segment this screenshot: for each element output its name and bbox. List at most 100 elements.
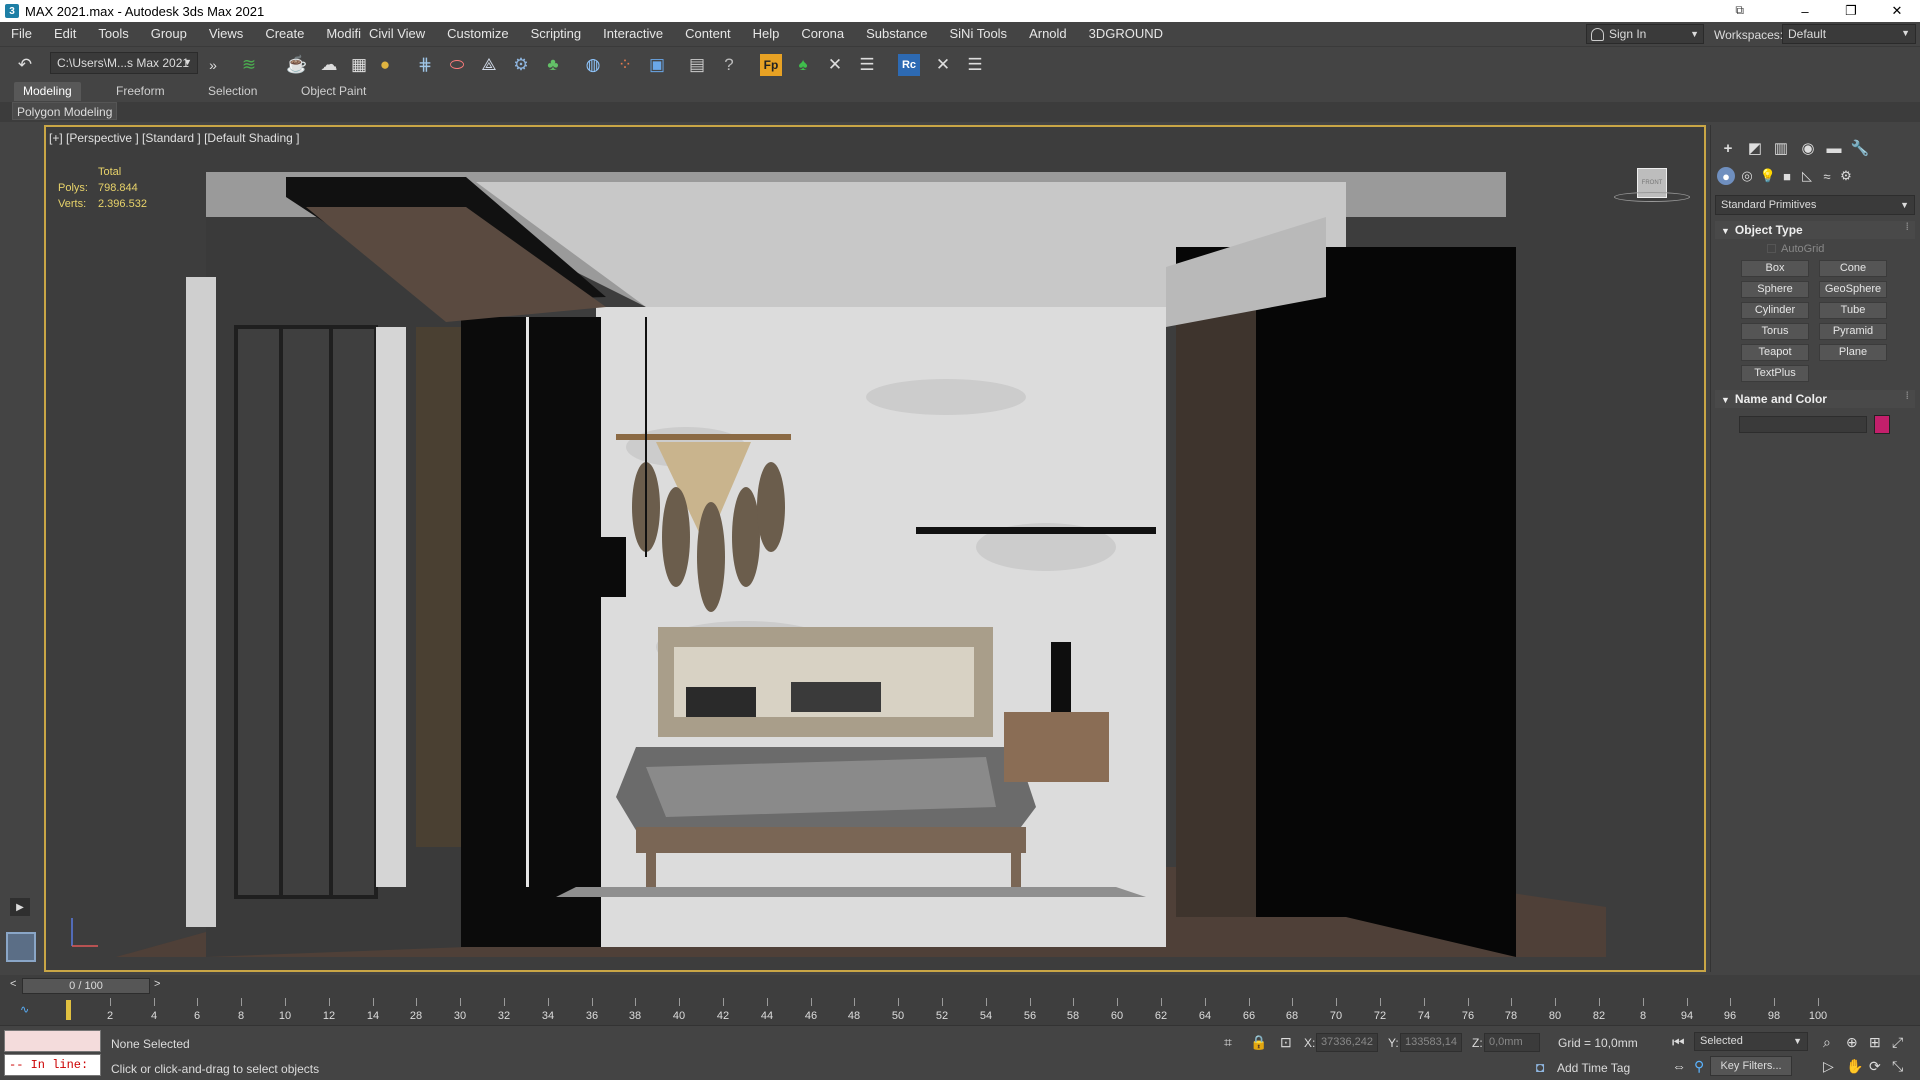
object-category-dropdown[interactable]: Standard Primitives ▼ (1715, 195, 1915, 215)
pill-icon[interactable]: ⬭ (444, 52, 470, 78)
close-button[interactable]: ✕ (1874, 0, 1920, 22)
list-icon[interactable]: ☰ (854, 52, 880, 78)
list-icon[interactable]: ☰ (962, 52, 988, 78)
viewport-layout-icon[interactable] (6, 932, 36, 962)
tab-freeform[interactable]: Freeform (107, 82, 174, 101)
viewport-toggle-icon[interactable]: ⤡ (1892, 1058, 1903, 1075)
chevron-double-right-icon[interactable]: » (200, 52, 226, 78)
menu-modifiers[interactable]: Modifi (315, 22, 365, 46)
shapes-icon[interactable]: ◎ (1738, 167, 1756, 185)
torus-button[interactable]: Torus (1741, 323, 1809, 340)
space-warps-icon[interactable]: ≈ (1818, 167, 1836, 185)
teapot-icon[interactable]: ☕ (284, 52, 310, 78)
tree-icon[interactable]: ♠ (790, 52, 816, 78)
menu-scripting[interactable]: Scripting (520, 22, 593, 46)
menu-interactive[interactable]: Interactive (592, 22, 674, 46)
pyramid-button[interactable]: Pyramid (1819, 323, 1887, 340)
sphere-icon[interactable]: ● (372, 52, 398, 78)
undo-icon[interactable]: ↶ (12, 52, 38, 78)
menu-create[interactable]: Create (254, 22, 315, 46)
clipboard-icon[interactable]: ▤ (684, 52, 710, 78)
menu-3dground[interactable]: 3DGROUND (1078, 22, 1174, 46)
polygon-modeling-button[interactable]: Polygon Modeling (12, 102, 118, 120)
motion-tab-icon[interactable]: ◉ (1797, 137, 1819, 159)
menu-corona[interactable]: Corona (790, 22, 855, 46)
render-frame-icon[interactable]: ▦ (346, 52, 372, 78)
cone-button[interactable]: Cone (1819, 260, 1887, 277)
lock-icon[interactable]: 🔒 (1250, 1034, 1267, 1051)
isolate-icon[interactable]: ⌗ (1224, 1034, 1232, 1051)
menu-substance[interactable]: Substance (855, 22, 938, 46)
utilities-tab-icon[interactable]: 🔧 (1849, 137, 1871, 159)
menu-customize[interactable]: Customize (436, 22, 519, 46)
chevron-right-icon[interactable]: > (154, 978, 160, 990)
autogrid-checkbox[interactable]: AutoGrid (1767, 243, 1824, 255)
zoom-extents-icon[interactable]: ⊞ (1869, 1034, 1881, 1051)
object-type-rollout[interactable]: ▼ Object Type ⁞ (1715, 221, 1915, 239)
cloud-icon[interactable]: ☁ (316, 52, 342, 78)
go-to-start-icon[interactable]: ⏮ (1672, 1034, 1685, 1051)
set-key-icon[interactable]: ⚲ (1694, 1058, 1704, 1075)
plane-button[interactable]: Plane (1819, 344, 1887, 361)
zoom-all-icon[interactable]: ⊕ (1846, 1034, 1858, 1051)
object-name-input[interactable] (1739, 416, 1867, 433)
time-tag-icon[interactable]: ◘ (1536, 1059, 1544, 1075)
layers-icon[interactable]: ≋ (236, 52, 262, 78)
time-slider-handle[interactable]: 0 / 100 (22, 978, 150, 994)
help-icon[interactable]: ? (716, 52, 742, 78)
menu-file[interactable]: File (0, 22, 43, 46)
menu-content[interactable]: Content (674, 22, 742, 46)
sign-in-button[interactable]: Sign In ▼ (1586, 24, 1704, 44)
maximize-viewport-icon[interactable]: ⤢ (1892, 1034, 1903, 1051)
box-button[interactable]: Box (1741, 260, 1809, 277)
cylinder-button[interactable]: Cylinder (1741, 302, 1809, 319)
menu-group[interactable]: Group (140, 22, 198, 46)
curve-editor-icon[interactable]: ∿ (20, 1003, 29, 1016)
walk-through-icon[interactable]: ✋ (1846, 1058, 1863, 1075)
create-tab-icon[interactable]: + (1717, 137, 1739, 159)
tube-button[interactable]: Tube (1819, 302, 1887, 319)
systems-icon[interactable]: ⚙ (1837, 167, 1855, 185)
gear-icon[interactable]: ⚙ (508, 52, 534, 78)
play-icon[interactable]: ▶ (10, 898, 30, 916)
maxscript-listener-input[interactable] (4, 1030, 101, 1052)
tab-selection[interactable]: Selection (199, 82, 266, 101)
minimize-button[interactable]: – (1782, 0, 1828, 22)
absolute-mode-icon[interactable]: ⊡ (1280, 1034, 1292, 1051)
zoom-icon[interactable]: ⌕ (1823, 1034, 1831, 1051)
y-coordinate-input[interactable]: 133583,14 (1400, 1033, 1462, 1052)
key-mode-toggle-icon[interactable]: ⇔ (1672, 1058, 1686, 1074)
railclone-icon[interactable]: Rc (898, 54, 920, 76)
tools-icon[interactable]: ✕ (930, 52, 956, 78)
tools-icon[interactable]: ✕ (822, 52, 848, 78)
cameras-icon[interactable]: ■ (1778, 167, 1796, 185)
menu-help[interactable]: Help (742, 22, 791, 46)
x-coordinate-input[interactable]: 37336,242 (1316, 1033, 1378, 1052)
object-color-swatch[interactable] (1874, 415, 1890, 434)
maxscript-output[interactable]: -- In line: (4, 1054, 101, 1076)
material-balls-icon[interactable]: ⁘ (612, 52, 638, 78)
sphere-button[interactable]: Sphere (1741, 281, 1809, 298)
key-filters-button[interactable]: Key Filters... (1710, 1056, 1792, 1076)
teapot-button[interactable]: Teapot (1741, 344, 1809, 361)
add-time-tag-button[interactable]: Add Time Tag (1557, 1061, 1630, 1075)
viewcube-ring[interactable] (1614, 192, 1690, 202)
menu-civil-view[interactable]: Civil View (365, 22, 436, 46)
forest-pack-icon[interactable]: Fp (760, 54, 782, 76)
chevron-left-icon[interactable]: < (10, 978, 16, 990)
textplus-button[interactable]: TextPlus (1741, 365, 1809, 382)
menu-sini-tools[interactable]: SiNi Tools (939, 22, 1019, 46)
modify-tab-icon[interactable]: ◩ (1744, 137, 1766, 159)
pan-icon[interactable]: ▷ (1823, 1058, 1834, 1075)
grid-icon[interactable]: ⋕ (412, 52, 438, 78)
menu-views[interactable]: Views (198, 22, 254, 46)
menu-edit[interactable]: Edit (43, 22, 87, 46)
hierarchy-tab-icon[interactable]: ▥ (1770, 137, 1792, 159)
orbit-icon[interactable]: ⟳ (1869, 1058, 1881, 1075)
helpers-icon[interactable]: ◺ (1798, 167, 1816, 185)
plant-icon[interactable]: ♣ (540, 52, 566, 78)
viewport-perspective[interactable] (44, 125, 1706, 972)
tab-modeling[interactable]: Modeling (14, 82, 81, 101)
lights-icon[interactable]: 💡 (1759, 167, 1777, 185)
globe-icon[interactable]: ◍ (580, 52, 606, 78)
